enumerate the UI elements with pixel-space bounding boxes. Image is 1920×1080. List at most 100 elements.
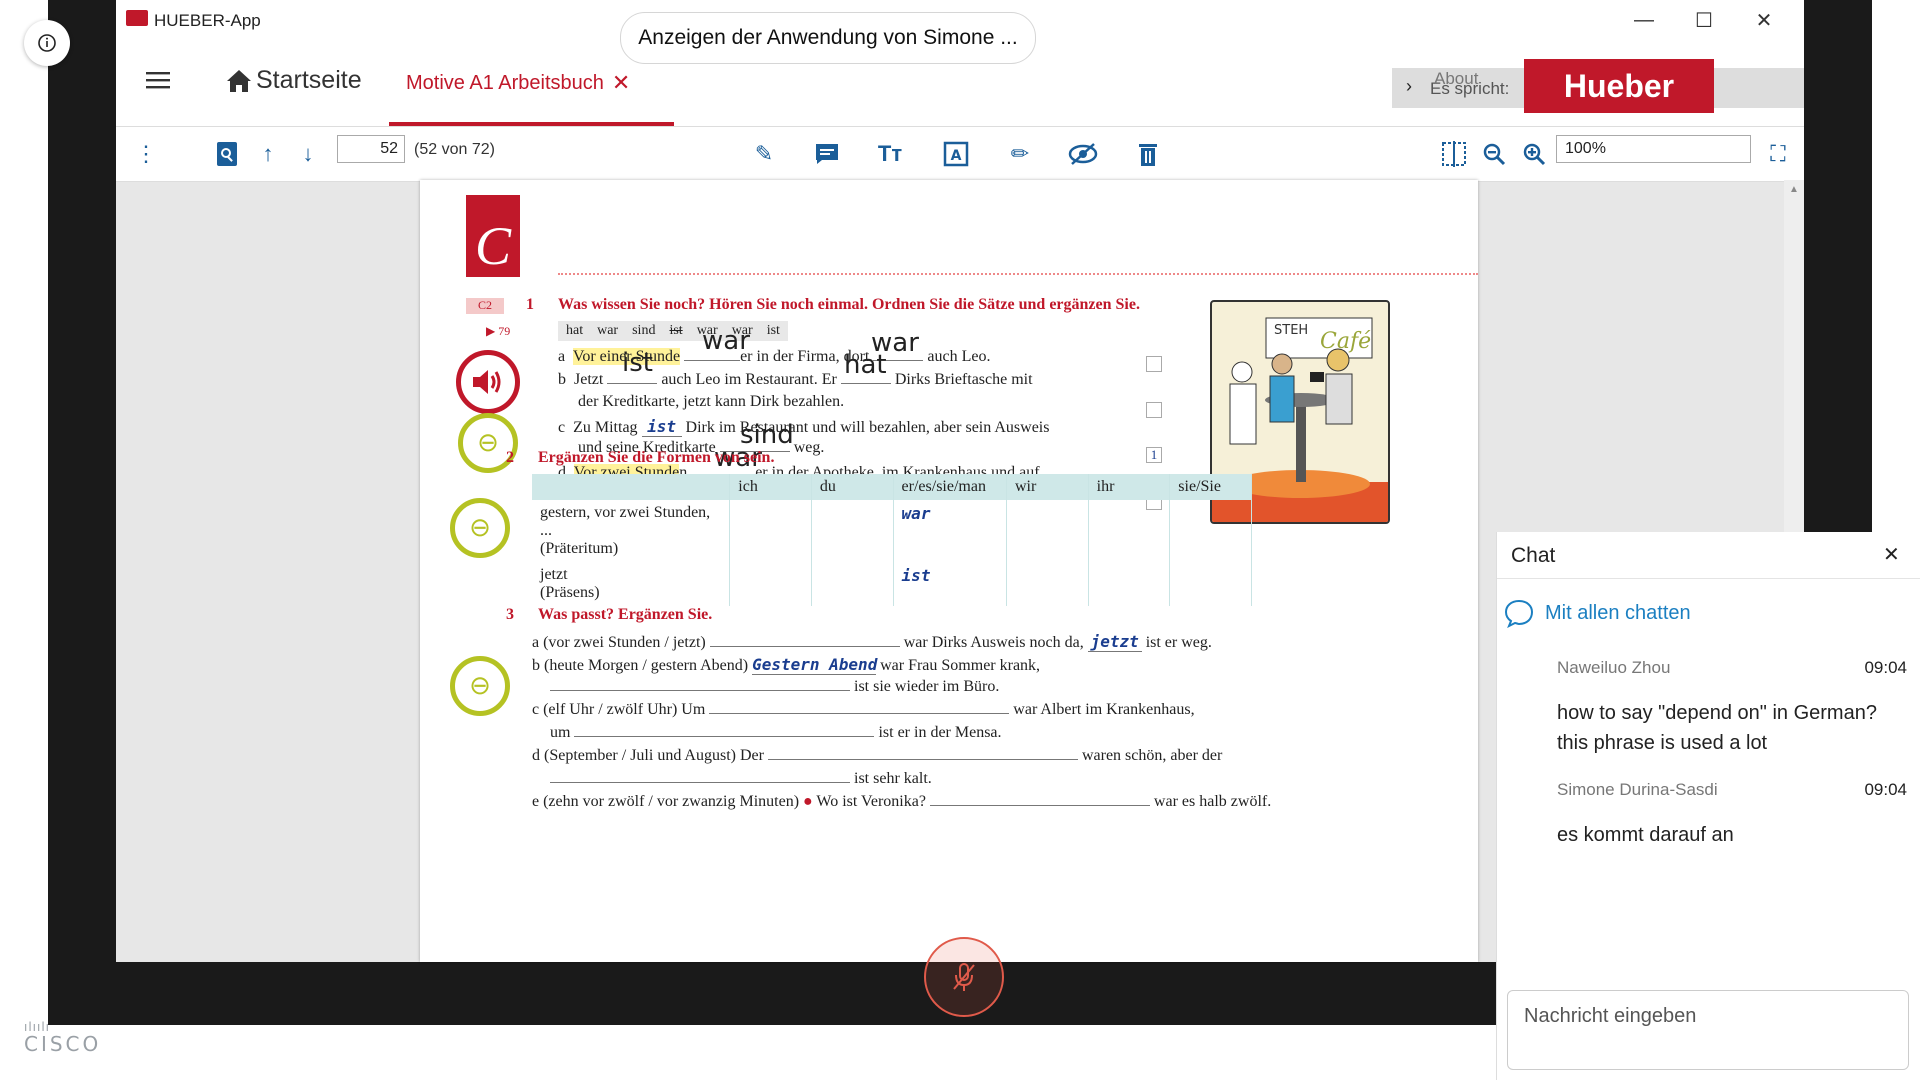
- close-window-button[interactable]: ✕: [1744, 6, 1784, 34]
- link-icon: ⊖: [469, 513, 491, 542]
- fullscreen-icon[interactable]: ⛶: [1762, 138, 1794, 170]
- text: ist er weg.: [1145, 634, 1212, 651]
- link-icon: ⊖: [469, 671, 491, 700]
- home-label: Startseite: [256, 66, 362, 94]
- chat-channel[interactable]: Mit allen chatten: [1503, 598, 1691, 628]
- text: b (heute Morgen / gestern Abend): [532, 657, 749, 674]
- maximize-button[interactable]: ☐: [1684, 6, 1724, 34]
- delete-icon[interactable]: [1132, 138, 1164, 170]
- chat-bubble-icon: [1504, 599, 1534, 628]
- active-tab-indicator: [389, 122, 674, 126]
- table-row: jetzt (Präsens) ist: [532, 562, 1252, 606]
- text-box-icon[interactable]: A: [940, 138, 972, 170]
- word: ist: [766, 323, 780, 338]
- message-sender: Simone Durina-Sasdi: [1557, 780, 1718, 799]
- chevron-right-icon[interactable]: ›: [1406, 76, 1412, 97]
- exercise-1-number: 1: [526, 296, 534, 313]
- hide-icon[interactable]: [1067, 138, 1099, 170]
- text: um: [550, 724, 571, 741]
- zoom-out-icon[interactable]: [1478, 138, 1510, 170]
- handwritten-answer: hat: [844, 350, 887, 380]
- chat-message: Naweiluo Zhou 09:04 how to say "depend o…: [1557, 658, 1907, 778]
- item-label: b: [558, 371, 566, 388]
- exercise-2-title: Ergänzen Sie die Formen von sein.: [538, 449, 775, 466]
- minimize-button[interactable]: —: [1624, 6, 1664, 34]
- exercise-2-number: 2: [506, 449, 514, 466]
- text: war Frau Sommer krank,: [880, 657, 1041, 674]
- text: der Kreditkarte, jetzt kann Dirk bezahle…: [578, 393, 845, 410]
- chat-message: Simone Durina-Sasdi 09:04 es kommt darau…: [1557, 780, 1907, 860]
- table-row: gestern, vor zwei Stunden, ... (Präteritu…: [532, 500, 1252, 562]
- text: waren schön, aber der: [1081, 747, 1223, 764]
- audio-button[interactable]: [456, 350, 520, 414]
- row-label: gestern, vor zwei Stunden, ...: [540, 504, 711, 539]
- text: war es halb zwölf.: [1153, 793, 1272, 810]
- link-button-2[interactable]: ⊖: [450, 498, 510, 558]
- item-label: c: [558, 419, 566, 436]
- table-header: du: [811, 474, 894, 500]
- highlighter-icon[interactable]: ✎: [748, 138, 780, 170]
- text: war Albert im Krankenhaus,: [1013, 701, 1195, 718]
- home-icon: [227, 69, 251, 92]
- search-page-icon[interactable]: [211, 138, 243, 170]
- text-size-icon[interactable]: Tт: [874, 138, 906, 170]
- about-link[interactable]: About: [1434, 69, 1478, 89]
- cafe-sign-text: STEH: [1274, 323, 1308, 338]
- item-label: a: [558, 348, 566, 365]
- vertical-scrollbar[interactable]: ▲: [1784, 180, 1804, 534]
- channel-label: Mit allen chatten: [1545, 601, 1691, 624]
- comment-icon[interactable]: [811, 138, 843, 170]
- word: hat: [566, 323, 584, 338]
- pencil-icon[interactable]: ✏: [1004, 138, 1036, 170]
- info-icon: [38, 34, 56, 52]
- conjugation-table: ich du er/es/sie/man wir ihr sie/Sie ges…: [532, 474, 1252, 606]
- info-button[interactable]: [24, 20, 70, 66]
- tab-label: Motive A1 Arbeitsbuch: [406, 71, 604, 94]
- cafe-sign-script: Café: [1320, 329, 1371, 354]
- handwritten-answer: war: [702, 326, 750, 356]
- track-ref: ▶ 79: [486, 324, 511, 338]
- ex3-line-d: d (September / Juli und August) Der ware…: [532, 747, 1222, 765]
- mute-button[interactable]: [924, 937, 1004, 1017]
- tab-arbeitsbuch[interactable]: Motive A1 Arbeitsbuch ✕: [406, 70, 630, 96]
- table-header: [532, 474, 731, 500]
- ex3-line-b2: ist sie wieder im Büro.: [550, 678, 999, 696]
- handwritten-answer: Gestern Abend: [752, 655, 878, 675]
- zoom-input[interactable]: 100%: [1556, 135, 1751, 163]
- arrow-down-icon[interactable]: ↓: [292, 138, 324, 170]
- tag-label: C2: [466, 298, 504, 314]
- order-box-a[interactable]: [1146, 356, 1162, 372]
- message-line: how to say "depend on" in German?: [1557, 702, 1877, 724]
- zoom-in-icon[interactable]: [1518, 138, 1550, 170]
- speaker-icon: [473, 370, 501, 394]
- home-link[interactable]: Startseite: [226, 66, 362, 95]
- menu-icon[interactable]: [146, 70, 170, 90]
- text: auch Leo im Restaurant. Er: [661, 371, 837, 388]
- text: ist er in der Mensa.: [878, 724, 1002, 741]
- more-vert-icon[interactable]: ⋮: [130, 138, 162, 170]
- arrow-up-icon[interactable]: ↑: [252, 138, 284, 170]
- cisco-logo: ılıılı CISCO: [24, 1020, 102, 1056]
- word-bank: hat war sind ist war war ist: [558, 321, 788, 341]
- handwritten-answer: ist: [901, 566, 931, 585]
- ex3-line-d2: ist sehr kalt.: [550, 770, 932, 788]
- table-header: ich: [729, 474, 812, 500]
- text: c (elf Uhr / zwölf Uhr) Um: [532, 701, 706, 718]
- row-sublabel: (Präteritum): [540, 540, 619, 557]
- ex1-line-c: c Zu Mittag ist Dirk im Restaurant und w…: [558, 417, 1049, 437]
- message-time: 09:04: [1864, 658, 1907, 677]
- document-page: C C2 ▶ 79 1 Was wissen Sie noch? Hören S…: [420, 180, 1478, 962]
- close-icon[interactable]: ✕: [612, 70, 630, 96]
- chat-input[interactable]: Nachricht eingeben: [1507, 990, 1909, 1070]
- split-view-icon[interactable]: [1438, 138, 1470, 170]
- table-header: wir: [1006, 474, 1089, 500]
- order-box-c[interactable]: 1: [1146, 447, 1162, 463]
- word: war: [597, 323, 619, 338]
- exercise-3-title: Was passt? Ergänzen Sie.: [538, 606, 713, 623]
- link-button-3[interactable]: ⊖: [450, 656, 510, 716]
- message-line: this phrase is used a lot: [1557, 732, 1768, 754]
- close-chat-icon[interactable]: ✕: [1883, 542, 1900, 567]
- page-number-input[interactable]: 52: [337, 135, 405, 163]
- order-box-b[interactable]: [1146, 402, 1162, 418]
- chat-panel: Chat ✕ Mit allen chatten Naweiluo Zhou 0…: [1496, 532, 1920, 1080]
